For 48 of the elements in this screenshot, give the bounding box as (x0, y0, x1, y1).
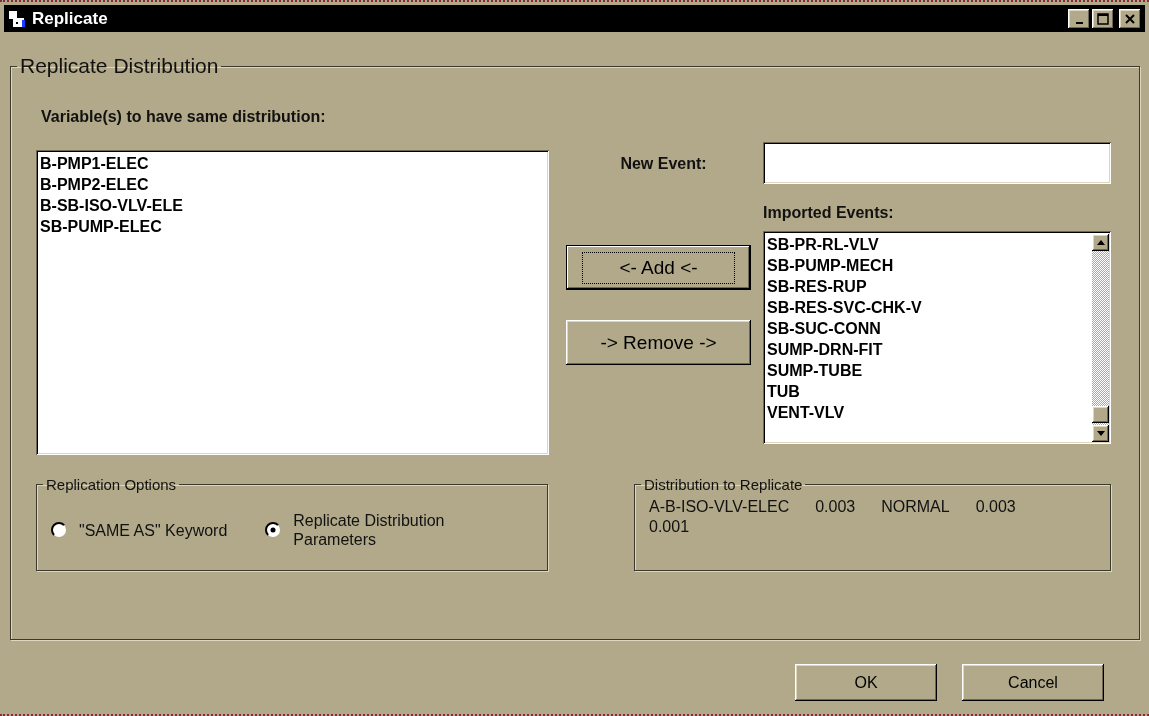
radio-label[interactable]: "SAME AS" Keyword (79, 520, 228, 540)
scroll-down-button[interactable] (1092, 425, 1109, 442)
list-item[interactable]: SB-RES-SVC-CHK-V (767, 297, 922, 318)
imported-events-list[interactable]: SB-PR-RL-VLV SB-PUMP-MECH SB-RES-RUP SB-RES-SVC-CHK-V SB-SUC-CONN SUMP-DRN-FIT SUMP-TUBE TUB VENT-VLV (763, 231, 1111, 444)
distribution-value: 0.003 (975, 497, 1016, 517)
list-item[interactable]: SB-PUMP-ELEC (40, 216, 162, 237)
list-item[interactable]: B-PMP1-ELEC (40, 153, 149, 174)
app-icon (8, 9, 26, 28)
dialog-button[interactable]: Cancel (962, 664, 1104, 701)
scrollbar[interactable] (1092, 234, 1109, 442)
list-item[interactable]: SB-RES-RUP (767, 276, 867, 297)
group-title: Distribution to Replicate (643, 476, 804, 493)
scroll-up-button[interactable] (1092, 234, 1109, 251)
distribution-value: 0.001 (649, 517, 690, 537)
list-item[interactable]: VENT-VLV (767, 402, 845, 423)
list-item[interactable]: SB-PR-RL-VLV (767, 234, 879, 255)
list-item[interactable]: B-PMP2-ELEC (40, 174, 149, 195)
dialog-button[interactable]: OK (795, 664, 937, 701)
radio-button[interactable] (51, 522, 67, 538)
transfer-button[interactable]: <- Add <- (566, 245, 751, 290)
group-title: Replicate Distribution (19, 54, 220, 78)
transfer-button[interactable]: -> Remove -> (566, 320, 751, 365)
list-label: Imported Events: (763, 204, 895, 222)
list-item[interactable]: SB-SUC-CONN (767, 318, 881, 339)
list-label: Variable(s) to have same distribution: (41, 108, 327, 126)
close-button[interactable] (1119, 8, 1141, 29)
group-title: Replication Options (45, 476, 178, 493)
list-item[interactable]: TUB (767, 381, 800, 402)
list-item[interactable]: SUMP-DRN-FIT (767, 339, 883, 360)
window-title: Replicate (32, 8, 109, 29)
radio-label[interactable]: Replicate Distribution Parameters (293, 511, 494, 549)
maximize-button[interactable] (1092, 8, 1114, 29)
distribution-value: A-B-ISO-VLV-ELEC (649, 497, 790, 517)
down-arrow-icon (1096, 431, 1105, 436)
variable-list[interactable]: B-PMP1-ELEC B-PMP2-ELEC B-SB-ISO-VLV-ELE SB-PUMP-ELEC (36, 150, 549, 455)
distribution-value: NORMAL (881, 497, 950, 517)
new-event-field[interactable] (763, 142, 1111, 184)
field-label: New Event: (620, 155, 707, 173)
maximize-icon (1097, 12, 1109, 25)
list-item[interactable]: B-SB-ISO-VLV-ELE (40, 195, 183, 216)
list-item[interactable]: SUMP-TUBE (767, 360, 863, 381)
close-icon (1124, 12, 1136, 25)
list-item[interactable]: SB-PUMP-MECH (767, 255, 894, 276)
radio-button[interactable] (265, 522, 282, 538)
up-arrow-icon (1096, 240, 1105, 245)
distribution-value: 0.003 (815, 497, 856, 517)
minimize-button[interactable] (1068, 8, 1090, 29)
scroll-thumb[interactable] (1092, 406, 1109, 423)
